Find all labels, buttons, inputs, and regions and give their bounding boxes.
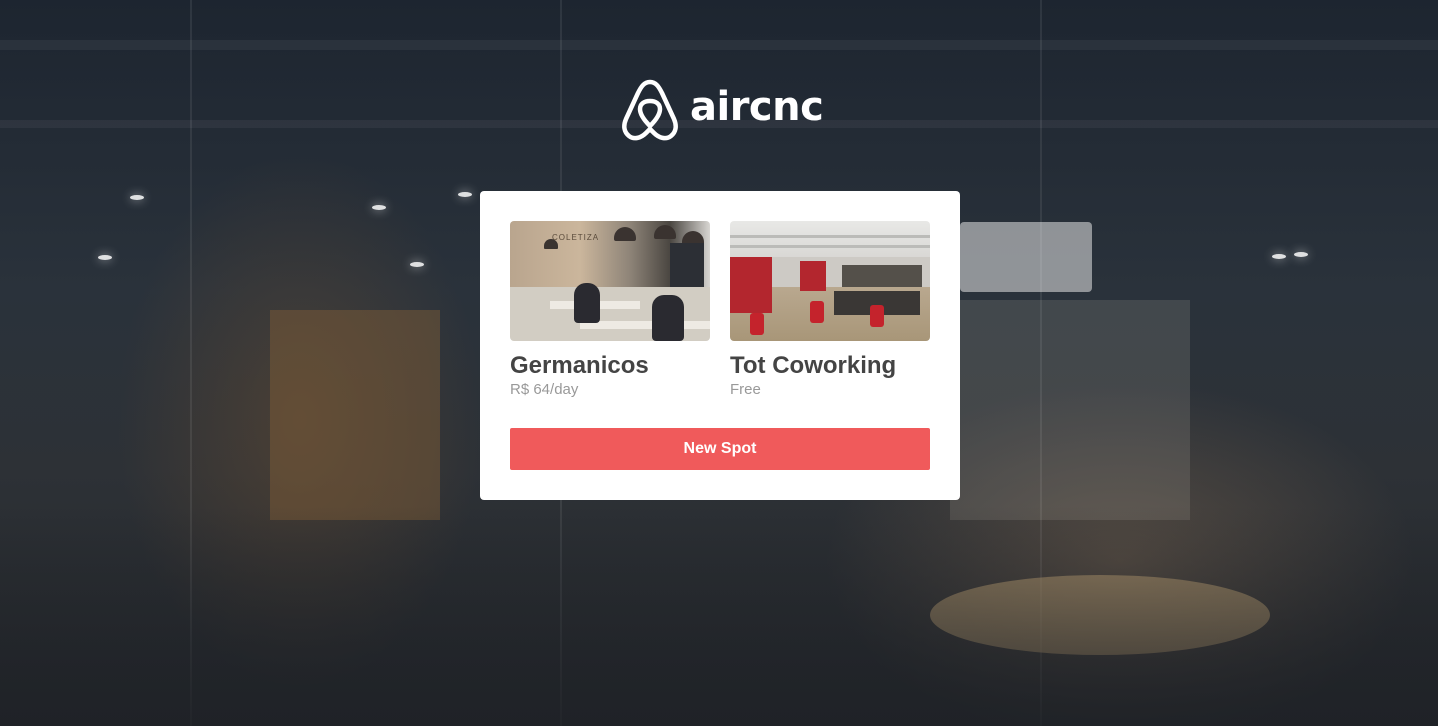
thumbnail-red-wall — [730, 257, 772, 313]
new-spot-button[interactable]: New Spot — [510, 428, 930, 470]
spot-item-germanicos[interactable]: COLETIZA Germanicos R$ 64/day — [510, 221, 710, 399]
thumbnail-chair — [870, 305, 884, 327]
spot-item-tot-coworking[interactable]: Tot Coworking Free — [730, 221, 930, 399]
background-ceiling-light — [458, 192, 472, 197]
thumbnail-chair — [810, 301, 824, 323]
thumbnail-desk-row — [842, 265, 922, 287]
background-ceiling-light — [1294, 252, 1308, 257]
background-air-conditioner — [960, 222, 1092, 292]
spot-price: Free — [730, 381, 761, 398]
spot-name: Germanicos — [510, 352, 649, 379]
spots-card: COLETIZA Germanicos R$ 64/day Tot Cowork… — [480, 191, 960, 500]
spot-price: R$ 64/day — [510, 381, 579, 398]
airbnb-belo-icon — [622, 79, 678, 141]
background-floor — [0, 506, 1438, 726]
background-ceiling-light — [372, 205, 386, 210]
thumbnail-chair — [750, 313, 764, 335]
spot-list: COLETIZA Germanicos R$ 64/day Tot Cowork… — [510, 221, 930, 399]
thumbnail-desk — [580, 321, 710, 329]
thumbnail-person — [652, 295, 684, 341]
thumbnail-red-wall — [800, 261, 826, 291]
thumbnail-sign-text: COLETIZA — [552, 233, 600, 242]
spot-thumbnail[interactable] — [730, 221, 930, 341]
background-ceiling-light — [1272, 254, 1286, 259]
background-wall — [950, 300, 1190, 520]
background-corridor — [270, 310, 440, 520]
thumbnail-window — [670, 243, 704, 287]
app-logo: aircnc — [620, 76, 824, 142]
thumbnail-lamp — [614, 227, 636, 241]
thumbnail-ceiling-rail — [730, 235, 930, 238]
background-ceiling-light — [98, 255, 112, 260]
spot-thumbnail[interactable]: COLETIZA — [510, 221, 710, 341]
app-logo-text: aircnc — [690, 84, 824, 130]
thumbnail-ceiling-rail — [730, 245, 930, 248]
background-beam — [0, 40, 1438, 50]
spot-name: Tot Coworking — [730, 352, 897, 379]
background-ceiling-light — [410, 262, 424, 267]
background-ceiling-light — [130, 195, 144, 200]
thumbnail-lamp — [654, 225, 676, 239]
thumbnail-person — [574, 283, 600, 323]
